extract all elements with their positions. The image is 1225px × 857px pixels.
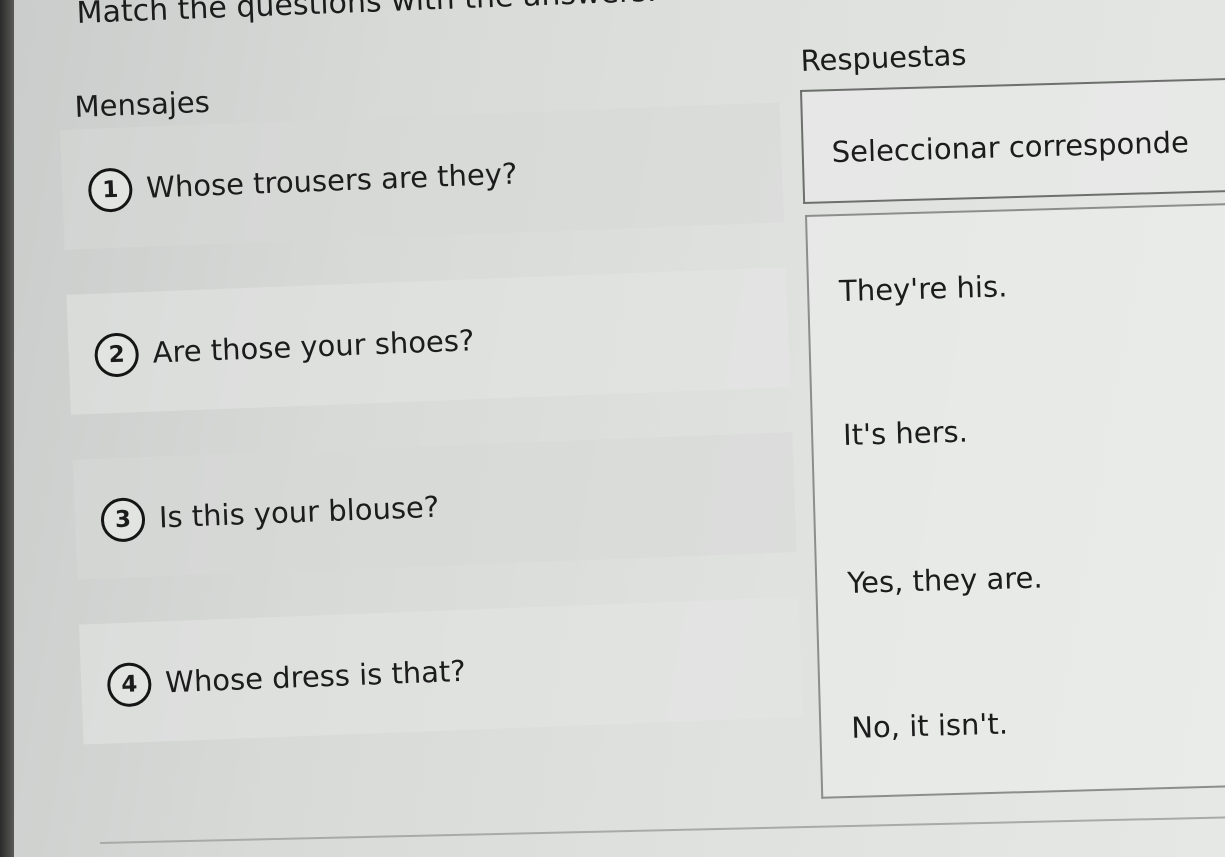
select-placeholder: Seleccionar corresponde xyxy=(831,125,1190,170)
divider xyxy=(100,814,1225,844)
answer-option[interactable]: It's hers. xyxy=(843,415,969,452)
questions-list: 1 Whose trousers are they? 2 Are those y… xyxy=(60,102,805,789)
question-text: Is this your blouse? xyxy=(158,489,440,535)
question-row[interactable]: 3 Is this your blouse? xyxy=(72,432,797,580)
question-text: Whose trousers are they? xyxy=(145,156,518,205)
answers-header: Respuestas xyxy=(800,37,967,78)
answer-option[interactable]: No, it isn't. xyxy=(851,707,1009,745)
answer-option[interactable]: They're his. xyxy=(839,269,1008,308)
question-row[interactable]: 4 Whose dress is that? xyxy=(79,596,804,745)
match-select-dropdown[interactable]: Seleccionar corresponde xyxy=(800,77,1225,204)
answer-option[interactable]: Yes, they are. xyxy=(847,561,1043,600)
instruction-text: Match the questions with the answers. xyxy=(76,0,658,31)
question-text: Are those your shoes? xyxy=(151,323,475,370)
answers-list: They're his. It's hers. Yes, they are. N… xyxy=(805,202,1225,799)
question-row[interactable]: 1 Whose trousers are they? xyxy=(60,102,785,250)
question-number-badge: 3 xyxy=(100,497,146,543)
question-row[interactable]: 2 Are those your shoes? xyxy=(66,267,791,415)
question-number-badge: 2 xyxy=(93,332,140,378)
question-number-badge: 1 xyxy=(87,167,134,213)
question-number-badge: 4 xyxy=(106,661,153,708)
messages-header: Mensajes xyxy=(74,84,211,124)
screen-bezel xyxy=(0,0,14,857)
question-text: Whose dress is that? xyxy=(164,653,467,700)
